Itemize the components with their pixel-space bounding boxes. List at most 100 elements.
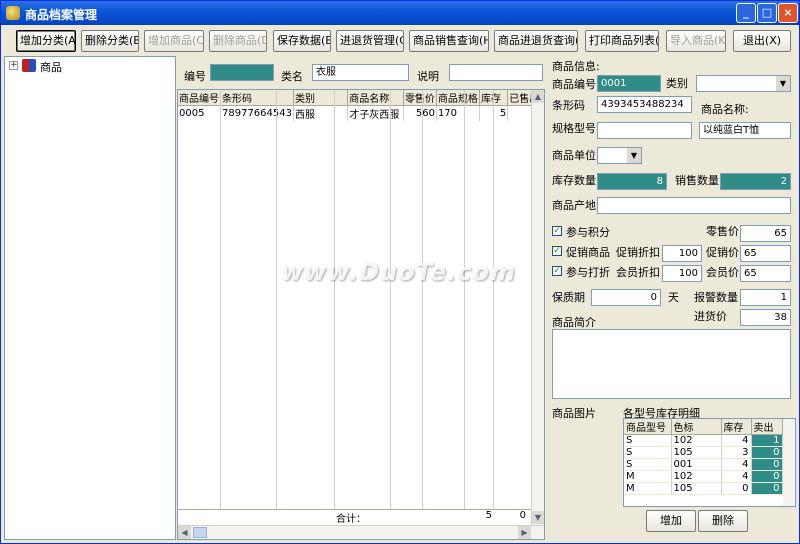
list-item[interactable]: M 105 0 0 — [624, 482, 783, 495]
close-icon[interactable]: × — [778, 3, 798, 23]
product-code-input[interactable]: 0001 — [597, 75, 661, 92]
subgrid-cell: 105 — [671, 482, 722, 495]
maximize-icon[interactable]: □ — [757, 3, 777, 23]
subgrid-column-header[interactable]: 卖出 — [751, 419, 783, 435]
desc-filter-label: 说明 — [417, 70, 439, 83]
scroll-right-icon[interactable]: ▶ — [518, 526, 531, 539]
subgrid-cell: 102 — [671, 434, 722, 447]
sales-query-button[interactable]: 商品销售查询(H) — [409, 30, 489, 52]
spec-input[interactable] — [597, 122, 692, 139]
subgrid-column-header[interactable]: 商品型号 — [624, 419, 672, 435]
delete-category-button[interactable]: 删除分类(B) — [81, 30, 139, 52]
grid-column-header[interactable]: 条形码 — [220, 90, 294, 106]
grid-horizontal-scrollbar[interactable]: ◀ ▶ — [178, 525, 544, 539]
product-name-input[interactable]: 以纯蓝白T恤 — [699, 122, 791, 139]
grid-column-header[interactable]: 类别 — [293, 90, 349, 106]
subgrid-cell: S — [624, 458, 672, 471]
minimize-icon[interactable]: _ — [736, 3, 756, 23]
barcode-input[interactable]: 4393453488234 — [597, 96, 692, 113]
alarm-input[interactable]: 1 — [740, 289, 791, 306]
table-cell: 0005 — [178, 105, 221, 121]
list-item[interactable]: M 102 4 0 — [624, 470, 783, 483]
grid-divider — [220, 90, 221, 510]
origin-label: 商品产地 — [552, 199, 596, 212]
subgrid-cell: 102 — [671, 470, 722, 483]
promo-price-input[interactable]: 65 — [740, 245, 791, 262]
table-cell: 78977664543 — [220, 105, 294, 121]
member-discount-checkbox-label: 参与打折 — [566, 266, 610, 279]
intro-textarea[interactable] — [552, 329, 791, 399]
scroll-thumb[interactable] — [193, 527, 207, 538]
add-category-button[interactable]: 增加分类(A) — [16, 30, 76, 52]
chevron-down-icon[interactable]: ▼ — [776, 76, 790, 91]
save-data-button[interactable]: 保存数据(E) — [273, 30, 331, 52]
retail-price-input[interactable]: 65 — [740, 225, 791, 242]
subgrid-cell: 4 — [721, 470, 752, 483]
promo-discount-label: 促销折扣 — [616, 246, 660, 259]
table-cell: 才子灰西服 — [347, 105, 404, 121]
subgrid-column-header[interactable]: 库存 — [721, 419, 752, 435]
member-price-input[interactable]: 65 — [740, 265, 791, 282]
category-filter-input[interactable]: 衣服 — [312, 64, 409, 81]
promo-discount-input[interactable]: 100 — [662, 245, 702, 262]
scroll-down-icon[interactable]: ▼ — [532, 511, 544, 524]
model-stock-grid[interactable]: 商品型号 色标 库存 卖出 S 102 4 1 S 105 3 0 S 001 4 0 M 102 4 0 M 105 0… — [623, 418, 796, 507]
tree-expander-icon[interactable]: + — [9, 61, 18, 70]
delete-model-button[interactable]: 删除 — [698, 510, 748, 532]
subgrid-cell: S — [624, 434, 672, 447]
type-label: 类别 — [666, 77, 688, 90]
stock-input[interactable]: 8 — [597, 173, 667, 190]
import-product-button[interactable]: 导入商品(K) — [666, 30, 726, 52]
category-tree[interactable]: + 商品 — [4, 56, 176, 540]
unit-label: 商品单位 — [552, 149, 596, 162]
stock-label: 库存数量 — [552, 174, 596, 187]
grid-column-header[interactable]: 商品名称 — [347, 90, 404, 106]
grid-column-header[interactable]: 商品编号 — [178, 90, 221, 106]
scroll-up-icon[interactable]: ▲ — [532, 90, 544, 103]
exit-button[interactable]: 退出(X) — [733, 30, 791, 52]
grid-vertical-scrollbar[interactable]: ▲ ▼ — [531, 90, 544, 525]
subgrid-cell: 0 — [721, 482, 752, 495]
subgrid-cell: 105 — [671, 446, 722, 459]
grid-column-header[interactable]: 商品规格 — [436, 90, 480, 106]
scroll-left-icon[interactable]: ◀ — [178, 526, 191, 539]
list-item[interactable]: S 102 4 1 — [624, 434, 783, 447]
origin-input[interactable] — [597, 197, 791, 214]
code-filter-input[interactable] — [210, 64, 274, 81]
points-checkbox[interactable]: ✓ — [552, 226, 562, 236]
promo-checkbox[interactable]: ✓ — [552, 246, 562, 256]
tree-root-label[interactable]: 商品 — [40, 59, 62, 75]
desc-filter-input[interactable] — [449, 64, 543, 81]
unit-select[interactable]: ▼ — [597, 147, 642, 164]
watermark: www.DuoTe.com — [281, 258, 516, 286]
grid-footer: 合计： 5 0 — [178, 509, 534, 525]
product-grid[interactable]: 商品编号 条形码 类别 商品名称 零售价 商品规格 库存 已售出 0005 7897766454… — [177, 89, 545, 540]
add-model-button[interactable]: 增加 — [646, 510, 696, 532]
member-discount-checkbox[interactable]: ✓ — [552, 266, 562, 276]
intro-label: 商品简介 — [552, 316, 596, 329]
product-list-panel: 编号 类名 衣服 说明 商品编号 条形码 类别 商品名称 零售价 商品规格 库存 已售出 00… — [177, 56, 545, 540]
spec-label: 规格型号 — [552, 122, 596, 135]
list-item[interactable]: S 105 3 0 — [624, 446, 783, 459]
chevron-down-icon[interactable]: ▼ — [627, 148, 641, 163]
grid-divider — [390, 90, 391, 510]
subgrid-cell: 3 — [721, 446, 752, 459]
subgrid-scrollbar[interactable] — [783, 419, 795, 506]
type-select[interactable]: ▼ — [696, 75, 791, 92]
add-product-button[interactable]: 增加商品(C) — [144, 30, 204, 52]
shelf-life-input[interactable]: 0 — [591, 289, 661, 306]
subgrid-column-header[interactable]: 色标 — [671, 419, 722, 435]
cost-price-input[interactable]: 38 — [740, 309, 791, 326]
sold-input[interactable]: 2 — [720, 173, 791, 190]
subgrid-cell: S — [624, 446, 672, 459]
table-row[interactable]: 000578977664543西服才子灰西服56017050 — [178, 105, 544, 121]
product-image-label: 商品图片 — [552, 407, 596, 420]
delete-product-button[interactable]: 删除商品(D) — [209, 30, 267, 52]
purchase-query-button[interactable]: 商品进退货查询(I) — [494, 30, 578, 52]
subgrid-cell: 4 — [721, 458, 752, 471]
grid-column-header[interactable]: 零售价 — [403, 90, 437, 106]
list-item[interactable]: S 001 4 0 — [624, 458, 783, 471]
member-discount-input[interactable]: 100 — [662, 265, 702, 282]
purchase-management-button[interactable]: 进退货管理(G) — [336, 30, 404, 52]
print-list-button[interactable]: 打印商品列表(J) — [585, 30, 659, 52]
